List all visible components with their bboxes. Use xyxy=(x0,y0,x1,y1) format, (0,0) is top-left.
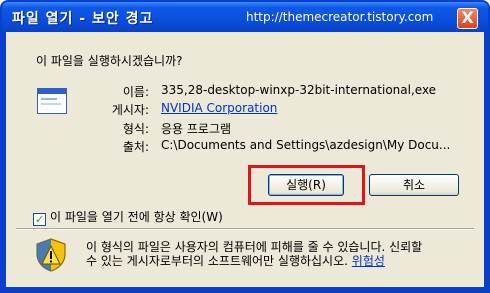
application-icon xyxy=(37,88,67,114)
warning-line-2-text: 수 있는 게시자로부터의 소프트웨어만 실행하십시오. xyxy=(86,254,348,268)
window-title: 파일 열기 - 보안 경고 xyxy=(12,11,154,27)
security-warning-dialog: 파일 열기 - 보안 경고 http://themecreator.tistor… xyxy=(0,0,490,293)
always-ask-label: 이 파일을 열기 전에 항상 확인(W) xyxy=(50,210,223,224)
close-button[interactable]: X xyxy=(457,8,478,29)
type-label: 형식: xyxy=(122,122,149,136)
publisher-link[interactable]: NVIDIA Corporation xyxy=(161,101,277,115)
always-ask-option[interactable]: ✓ 이 파일을 열기 전에 항상 확인(W) xyxy=(33,208,223,226)
warning-line-2: 수 있는 게시자로부터의 소프트웨어만 실행하십시오. 위험성 xyxy=(86,252,385,269)
title-bar[interactable]: 파일 열기 - 보안 경고 http://themecreator.tistor… xyxy=(2,2,488,32)
run-button[interactable]: 실행(R) xyxy=(268,174,344,196)
name-label: 이름: xyxy=(122,85,149,99)
shield-warning-icon xyxy=(36,238,66,272)
publisher-label: 게시자: xyxy=(111,103,149,117)
title-watermark: http://themecreator.tistory.com xyxy=(246,10,434,24)
from-value: C:\Documents and Settings\azdesign\My Do… xyxy=(161,138,451,152)
from-label: 출처: xyxy=(122,140,149,154)
name-value: 335,28-desktop-winxp-32bit-international… xyxy=(161,83,437,97)
run-question: 이 파일을 실행하시겠습니까? xyxy=(36,54,183,68)
risk-link[interactable]: 위험성 xyxy=(352,254,385,268)
always-ask-checkbox[interactable]: ✓ xyxy=(33,213,46,226)
type-value: 응용 프로그램 xyxy=(161,122,232,136)
cancel-button[interactable]: 취소 xyxy=(369,174,459,196)
separator xyxy=(16,228,474,230)
dialog-body: 이 파일을 실행하시겠습니까? 이름: 335,28-desktop-winxp… xyxy=(6,32,484,287)
